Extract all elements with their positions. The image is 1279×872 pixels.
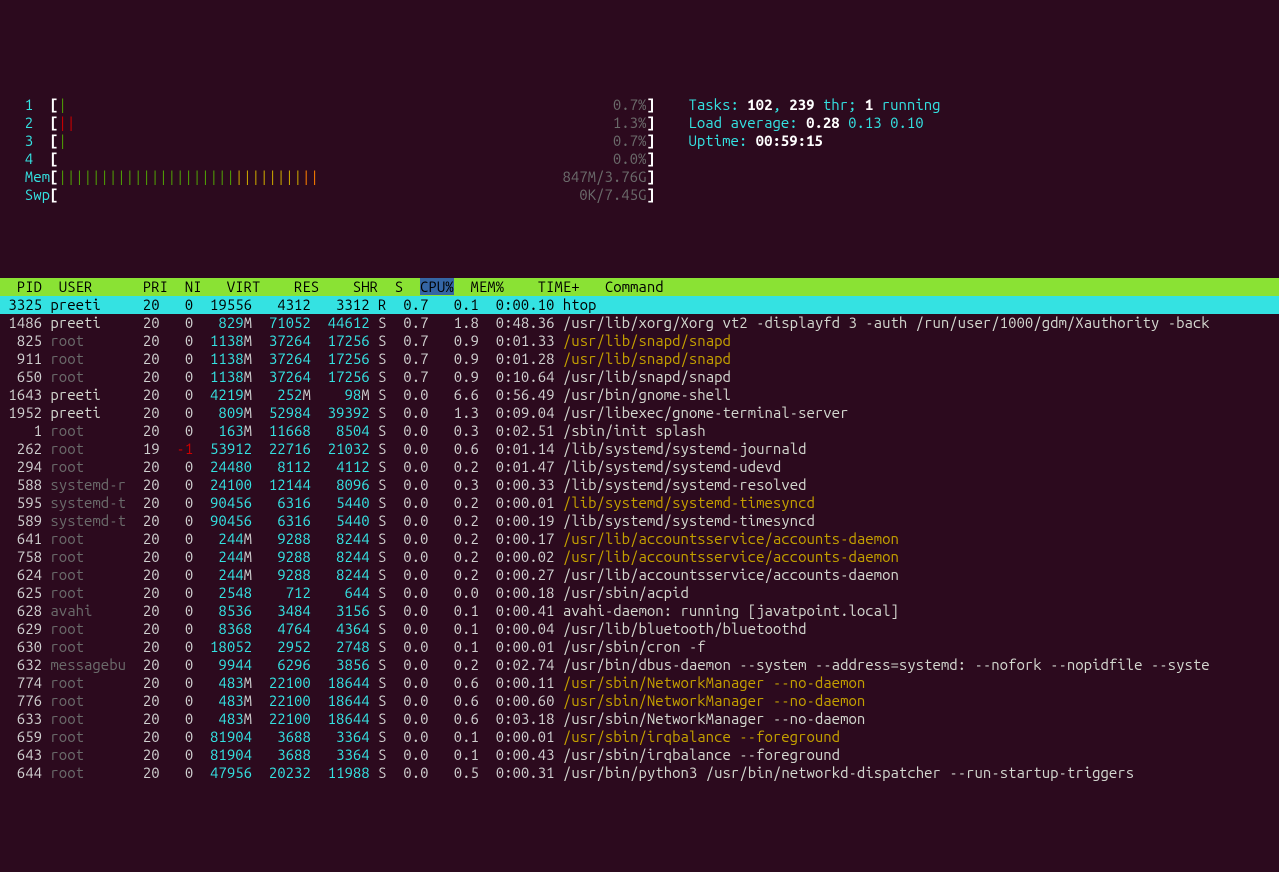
table-row[interactable]: 776 root 20 0 483M 22100 18644 S 0.0 0.6… [0, 692, 1279, 710]
table-row[interactable]: 625 root 20 0 2548 712 644 S 0.0 0.0 0:0… [0, 584, 1279, 602]
table-row[interactable]: 659 root 20 0 81904 3688 3364 S 0.0 0.1 … [0, 728, 1279, 746]
table-row[interactable]: 624 root 20 0 244M 9288 8244 S 0.0 0.2 0… [0, 566, 1279, 584]
table-row[interactable]: 1643 preeti 20 0 4219M 252M 98M S 0.0 6.… [0, 386, 1279, 404]
table-row[interactable]: 632 messagebu 20 0 9944 6296 3856 S 0.0 … [0, 656, 1279, 674]
table-row[interactable]: 633 root 20 0 483M 22100 18644 S 0.0 0.6… [0, 710, 1279, 728]
table-row[interactable]: 588 systemd-r 20 0 24100 12144 8096 S 0.… [0, 476, 1279, 494]
table-row[interactable]: 650 root 20 0 1138M 37264 17256 S 0.7 0.… [0, 368, 1279, 386]
table-row[interactable]: 294 root 20 0 24480 8112 4112 S 0.0 0.2 … [0, 458, 1279, 476]
cpu-meter-1: 1 [| 0.7%] Tasks: 102, 239 thr; 1 runnin… [8, 96, 1271, 114]
table-row[interactable]: 911 root 20 0 1138M 37264 17256 S 0.7 0.… [0, 350, 1279, 368]
cpu-meter-2: 2 [|| 1.3%] Load average: 0.28 0.13 0.10 [8, 114, 1271, 132]
table-row[interactable]: 595 systemd-t 20 0 90456 6316 5440 S 0.0… [0, 494, 1279, 512]
table-row[interactable]: 641 root 20 0 244M 9288 8244 S 0.0 0.2 0… [0, 530, 1279, 548]
cpu-meter-4: 4 [ 0.0%] [8, 150, 1271, 168]
cpu-meter-3: 3 [| 0.7%] Uptime: 00:59:15 [8, 132, 1271, 150]
table-row[interactable]: 825 root 20 0 1138M 37264 17256 S 0.7 0.… [0, 332, 1279, 350]
htop-header: 1 [| 0.7%] Tasks: 102, 239 thr; 1 runnin… [0, 72, 1279, 242]
table-row[interactable]: 758 root 20 0 244M 9288 8244 S 0.0 0.2 0… [0, 548, 1279, 566]
table-row[interactable]: 644 root 20 0 47956 20232 11988 S 0.0 0.… [0, 764, 1279, 782]
table-row[interactable]: 628 avahi 20 0 8536 3484 3156 S 0.0 0.1 … [0, 602, 1279, 620]
swp-meter: Swp[ 0K/7.45G] [8, 186, 1271, 204]
table-row[interactable]: 774 root 20 0 483M 22100 18644 S 0.0 0.6… [0, 674, 1279, 692]
table-row[interactable]: 629 root 20 0 8368 4764 4364 S 0.0 0.1 0… [0, 620, 1279, 638]
table-row[interactable]: 643 root 20 0 81904 3688 3364 S 0.0 0.1 … [0, 746, 1279, 764]
process-table[interactable]: PID USER PRI NI VIRT RES SHR S CPU% MEM%… [0, 278, 1279, 782]
table-row[interactable]: 1952 preeti 20 0 809M 52984 39392 S 0.0 … [0, 404, 1279, 422]
table-row[interactable]: 630 root 20 0 18052 2952 2748 S 0.0 0.1 … [0, 638, 1279, 656]
table-row[interactable]: 589 systemd-t 20 0 90456 6316 5440 S 0.0… [0, 512, 1279, 530]
mem-meter: Mem[||||||||||||||||||||||||||||||| 847M… [8, 168, 1271, 186]
table-row[interactable]: 262 root 19 -1 53912 22716 21032 S 0.0 0… [0, 440, 1279, 458]
table-row[interactable]: 3325 preeti 20 0 19556 4312 3312 R 0.7 0… [0, 296, 1279, 314]
table-row[interactable]: 1 root 20 0 163M 11668 8504 S 0.0 0.3 0:… [0, 422, 1279, 440]
table-header[interactable]: PID USER PRI NI VIRT RES SHR S CPU% MEM%… [0, 278, 1279, 296]
table-row[interactable]: 1486 preeti 20 0 829M 71052 44612 S 0.7 … [0, 314, 1279, 332]
